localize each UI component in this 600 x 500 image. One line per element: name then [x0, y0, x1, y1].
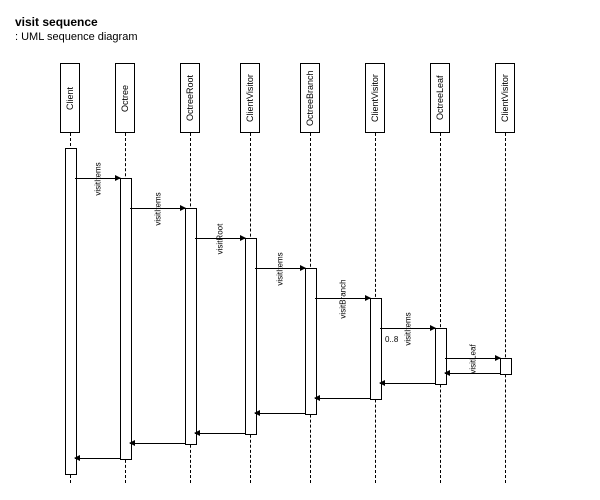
- message-visitItems: visitItems: [75, 178, 120, 179]
- arrow-icon: [430, 325, 436, 331]
- message-label: visitLeaf: [468, 344, 477, 373]
- lifeline-octreebranch: OctreeBranch: [280, 63, 340, 136]
- activation-client: [65, 148, 77, 475]
- lifeline-cv2: ClientVisitor: [345, 63, 405, 136]
- return-arrow-icon: [254, 410, 260, 416]
- message-visitRoot: visitRoot: [195, 238, 245, 239]
- return-message: [255, 413, 305, 414]
- lifeline-box: OctreeBranch: [300, 63, 320, 133]
- lifeline-box: ClientVisitor: [495, 63, 515, 133]
- message-label: visitItems: [403, 312, 412, 345]
- diagram-subtitle: : UML sequence diagram: [15, 31, 585, 43]
- message-visitItems: visitItems: [380, 328, 435, 329]
- arrow-icon: [300, 265, 306, 271]
- return-message: [130, 443, 185, 444]
- lifeline-box: ClientVisitor: [240, 63, 260, 133]
- diagram-title: visit sequence: [15, 15, 585, 29]
- return-message: [380, 383, 435, 384]
- arrow-icon: [115, 175, 121, 181]
- message-label: visitItems: [276, 252, 285, 285]
- lifeline-dash: [440, 133, 441, 483]
- arrow-icon: [365, 295, 371, 301]
- lifeline-client: Client: [40, 63, 100, 136]
- return-arrow-icon: [194, 430, 200, 436]
- return-message: [75, 458, 120, 459]
- lifeline-dash: [505, 133, 506, 483]
- message-visitLeaf: visitLeaf: [445, 358, 500, 359]
- return-message: [445, 373, 500, 374]
- activation-octreebranch: [305, 268, 317, 415]
- return-arrow-icon: [129, 440, 135, 446]
- arrow-icon: [180, 205, 186, 211]
- return-arrow-icon: [444, 370, 450, 376]
- message-label: visitBranch: [338, 279, 347, 318]
- activation-octreeroot: [185, 208, 197, 445]
- activation-octreeleaf: [435, 328, 447, 385]
- message-label: visitRoot: [216, 223, 225, 254]
- lifeline-box: OctreeRoot: [180, 63, 200, 133]
- return-arrow-icon: [314, 395, 320, 401]
- message-label: visitItems: [153, 192, 162, 225]
- message-visitItems: visitItems: [255, 268, 305, 269]
- message-label: visitItems: [93, 162, 102, 195]
- lifeline-cv3: ClientVisitor: [475, 63, 535, 136]
- lifeline-box: OctreeLeaf: [430, 63, 450, 133]
- lifeline-octree: Octree: [95, 63, 155, 136]
- activation-octree: [120, 178, 132, 460]
- return-message: [195, 433, 245, 434]
- multiplicity-note: 0..8: [385, 335, 398, 344]
- lifeline-box: ClientVisitor: [365, 63, 385, 133]
- sequence-diagram: Client Octree OctreeRoot ClientVisitor Octre…: [15, 63, 585, 483]
- return-message: [315, 398, 370, 399]
- return-arrow-icon: [74, 455, 80, 461]
- return-arrow-icon: [379, 380, 385, 386]
- lifeline-cv1: ClientVisitor: [220, 63, 280, 136]
- arrow-icon: [240, 235, 246, 241]
- arrow-icon: [495, 355, 501, 361]
- activation-cv3: [500, 358, 512, 375]
- lifeline-octreeroot: OctreeRoot: [160, 63, 220, 136]
- message-visitItems: visitItems: [130, 208, 185, 209]
- lifeline-box: Octree: [115, 63, 135, 133]
- lifeline-octreeleaf: OctreeLeaf: [410, 63, 470, 136]
- lifeline-box: Client: [60, 63, 80, 133]
- message-visitBranch: visitBranch: [315, 298, 370, 299]
